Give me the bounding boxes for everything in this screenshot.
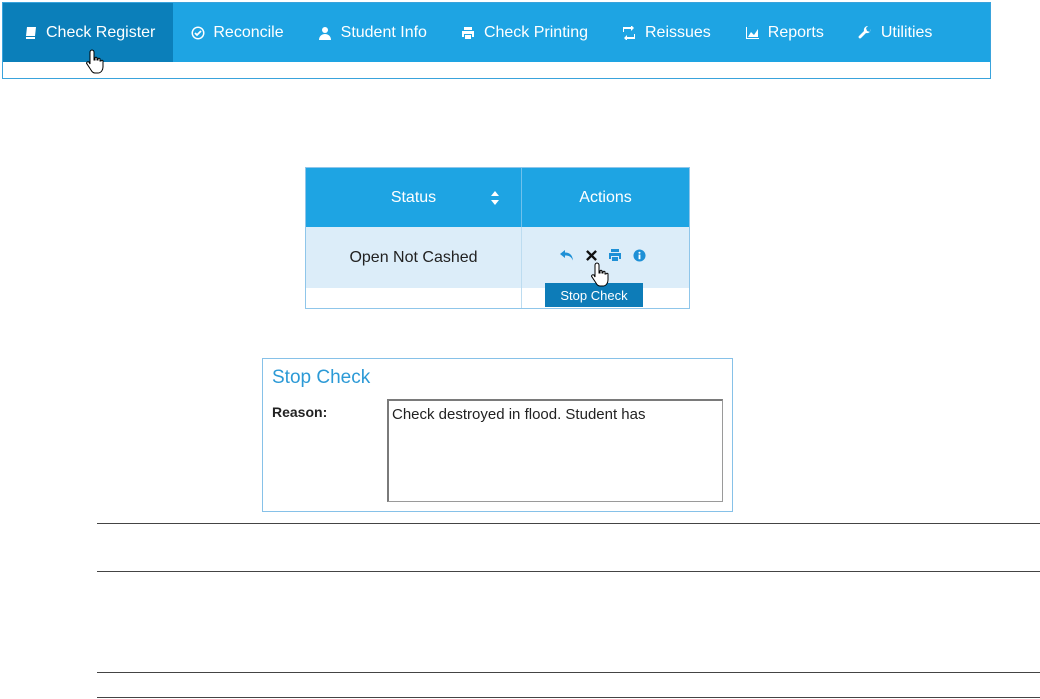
nav-item-check-register[interactable]: Check Register bbox=[3, 3, 174, 62]
sort-icon[interactable] bbox=[490, 190, 500, 206]
info-circle-icon[interactable] bbox=[632, 247, 646, 263]
nav-item-check-printing[interactable]: Check Printing bbox=[444, 3, 605, 62]
nav-item-reconcile[interactable]: Reconcile bbox=[173, 3, 300, 62]
column-divider bbox=[521, 227, 522, 308]
action-icons bbox=[560, 247, 646, 263]
nav-item-label: Reconcile bbox=[213, 23, 284, 41]
divider-line bbox=[97, 523, 1040, 524]
nav-item-label: Student Info bbox=[340, 23, 427, 41]
nav-item-label: Reissues bbox=[644, 23, 711, 41]
nav-item-student-info[interactable]: Student Info bbox=[301, 3, 444, 62]
reason-label: Reason: bbox=[272, 404, 328, 420]
wrench-icon bbox=[858, 25, 873, 40]
reply-icon[interactable] bbox=[560, 247, 574, 263]
retweet-icon bbox=[622, 25, 637, 40]
printer-icon bbox=[461, 25, 476, 40]
check-table: Status Actions Open Not Cashed Stop Chec… bbox=[305, 167, 690, 309]
stop-check-tooltip: Stop Check bbox=[545, 283, 643, 307]
nav-item-reissues[interactable]: Reissues bbox=[605, 3, 728, 62]
area-chart-icon bbox=[745, 25, 760, 40]
column-header-status[interactable]: Status bbox=[306, 168, 521, 227]
nav-item-utilities[interactable]: Utilities bbox=[841, 3, 950, 62]
nav-item-reports[interactable]: Reports bbox=[728, 3, 841, 62]
nav-item-label: Check Printing bbox=[483, 23, 588, 41]
book-icon bbox=[23, 25, 38, 40]
divider-line bbox=[97, 571, 1040, 572]
panel-title: Stop Check bbox=[272, 367, 371, 388]
stop-check-panel: Stop Check Reason: Check destroyed in fl… bbox=[262, 358, 733, 512]
printer-icon[interactable] bbox=[608, 247, 622, 263]
user-icon bbox=[318, 25, 333, 40]
column-header-actions: Actions bbox=[579, 188, 632, 206]
times-icon[interactable] bbox=[584, 247, 598, 263]
status-cell: Open Not Cashed bbox=[349, 248, 478, 266]
nav-item-label: Utilities bbox=[880, 23, 933, 41]
divider-line bbox=[97, 672, 1040, 673]
reason-textarea[interactable]: Check destroyed in flood. Student has bbox=[387, 399, 723, 502]
nav-item-label: Check Register bbox=[46, 23, 156, 41]
nav-bar: Check Register Reconcile Student Info Ch… bbox=[3, 3, 990, 62]
divider-line bbox=[97, 697, 1040, 698]
check-circle-icon bbox=[190, 25, 205, 40]
main-nav: Check Register Reconcile Student Info Ch… bbox=[2, 2, 991, 79]
table-header: Status Actions bbox=[306, 168, 689, 227]
nav-item-label: Reports bbox=[767, 23, 824, 41]
